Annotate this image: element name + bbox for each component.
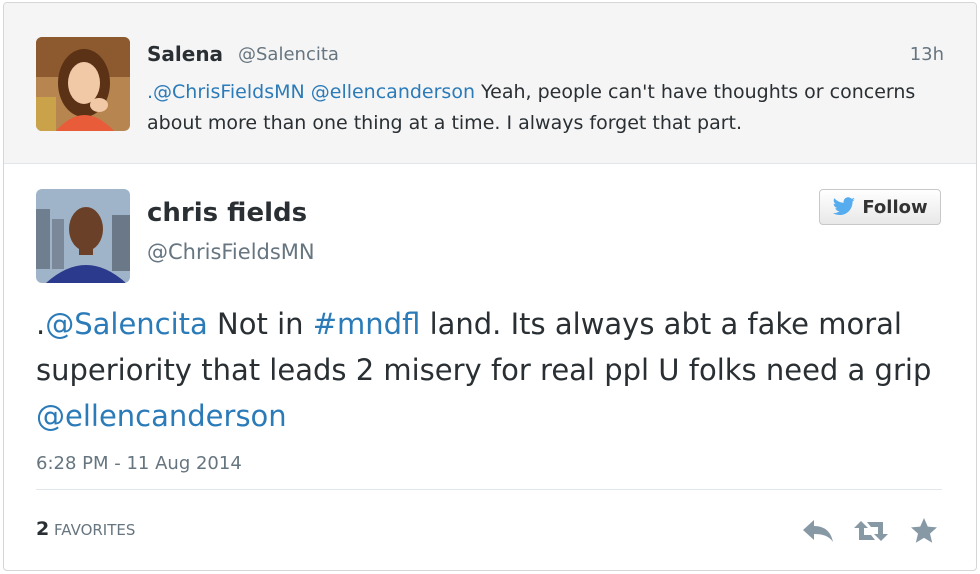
hashtag-link[interactable]: #mndfl (313, 307, 421, 341)
parent-author-handle[interactable]: @Salencita (238, 44, 339, 65)
reply-icon (803, 520, 833, 542)
divider (36, 489, 942, 490)
tweet-timestamp[interactable]: 6:28 PM - 11 Aug 2014 (36, 453, 242, 474)
chris-fields-avatar[interactable] (36, 189, 130, 283)
follow-label: Follow (862, 196, 928, 218)
parent-timestamp[interactable]: 13h (910, 44, 944, 65)
text-part: Not in (217, 307, 304, 341)
mention-link[interactable]: .@ChrisFieldsMN (147, 81, 305, 103)
mention-link[interactable]: @Salencita (45, 307, 208, 341)
favorite-star-icon (911, 518, 937, 543)
favorite-button[interactable] (906, 513, 942, 549)
bird-icon (833, 197, 856, 215)
parent-tweet-text: .@ChrisFieldsMN @ellencanderson Yeah, pe… (147, 77, 927, 139)
favorites-label: FAVORITES (54, 521, 136, 539)
favorites-count: 2 (36, 518, 50, 540)
retweet-button[interactable] (853, 513, 889, 549)
reply-button[interactable] (800, 513, 836, 549)
follow-button[interactable]: Follow (819, 189, 941, 225)
tweet-text: .@Salencita Not in #mndfl land. Its alwa… (36, 301, 936, 439)
parent-author-name[interactable]: Salena (147, 42, 223, 66)
salena-avatar[interactable] (36, 37, 130, 131)
tweet-actions (800, 513, 942, 549)
text-prefix: . (36, 307, 46, 341)
embedded-tweet-card: Salena @Salencita 13h .@ChrisFieldsMN @e… (3, 2, 977, 571)
mention-link[interactable]: @ellencanderson (311, 81, 475, 103)
retweet-icon (854, 521, 888, 541)
mention-link[interactable]: @ellencanderson (36, 399, 287, 433)
author-handle[interactable]: @ChrisFieldsMN (147, 240, 315, 264)
author-name[interactable]: chris fields (147, 198, 307, 228)
parent-tweet[interactable]: Salena @Salencita 13h .@ChrisFieldsMN @e… (4, 3, 976, 164)
favorites-stat[interactable]: 2 FAVORITES (36, 518, 135, 540)
